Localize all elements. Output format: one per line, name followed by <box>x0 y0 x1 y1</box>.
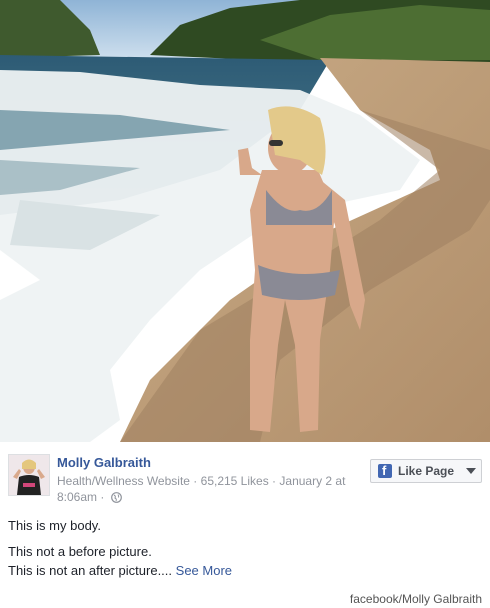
see-more-link[interactable]: See More <box>176 563 232 578</box>
post-text-line-last: This is not an after picture.... See Mor… <box>8 563 232 578</box>
meta-separator: · <box>272 474 277 488</box>
page-likes[interactable]: 65,215 Likes <box>201 474 269 488</box>
page-category[interactable]: Health/Wellness Website <box>57 474 190 488</box>
like-page-label: Like Page <box>398 464 455 478</box>
post-text-line: This is my body. <box>8 518 101 533</box>
like-page-button[interactable]: f Like Page <box>370 459 462 483</box>
meta-separator: · <box>100 490 105 504</box>
post-meta-time: 8:06am · <box>57 490 122 506</box>
image-credit: facebook/Molly Galbraith <box>349 592 482 606</box>
post-meta: Health/Wellness Website · 65,215 Likes ·… <box>57 474 345 488</box>
post-date[interactable]: January 2 at <box>279 474 345 488</box>
post-time[interactable]: 8:06am <box>57 490 97 504</box>
avatar[interactable] <box>8 454 50 496</box>
post-photo[interactable] <box>0 0 490 442</box>
profile-picture-icon <box>9 455 49 495</box>
post-header: Molly Galbraith Health/Wellness Website … <box>0 442 490 512</box>
page-options-button[interactable] <box>461 459 482 483</box>
globe-icon <box>110 492 122 506</box>
chevron-down-icon <box>466 468 476 474</box>
post-text-content: This is not an after picture.... <box>8 563 173 578</box>
meta-separator: · <box>193 474 198 488</box>
page-name-link[interactable]: Molly Galbraith <box>57 455 151 470</box>
facebook-icon: f <box>378 463 392 478</box>
post-text-line: This not a before picture. <box>8 544 152 559</box>
